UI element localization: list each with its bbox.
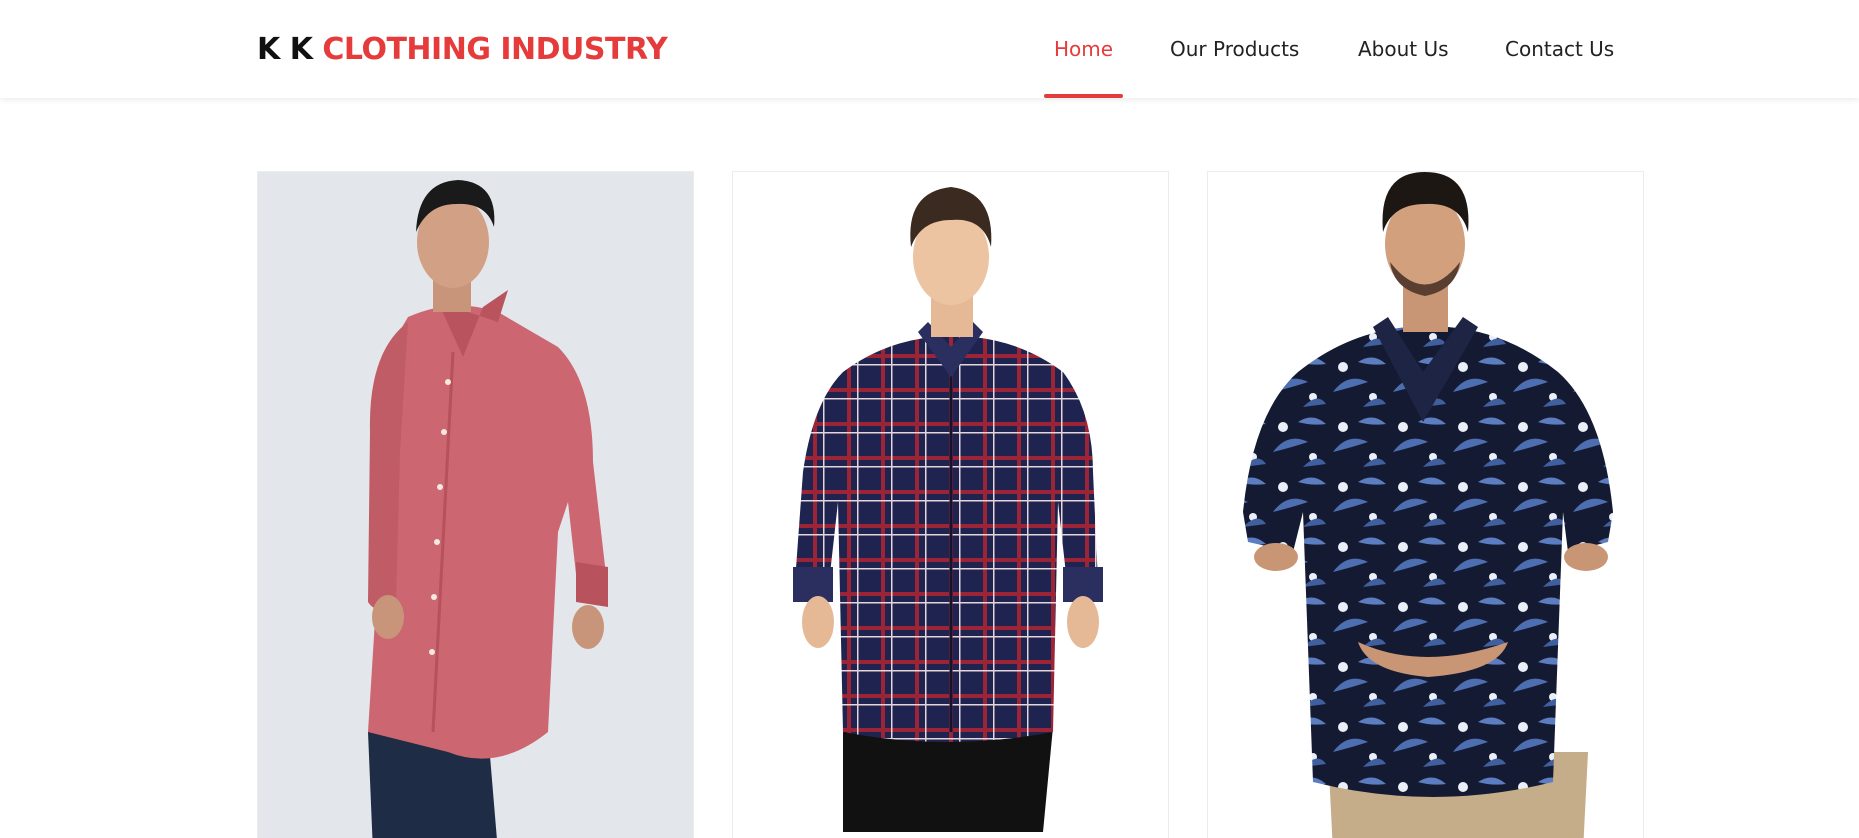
product-image-pink-shirt: [258, 172, 693, 838]
brand-prefix: K K: [257, 32, 313, 67]
product-card[interactable]: [1207, 171, 1644, 838]
product-image-checked-shirt: [733, 172, 1168, 838]
nav-contact-us[interactable]: Contact Us: [1505, 0, 1614, 98]
product-image-floral-shirt: [1208, 172, 1643, 838]
brand-logo[interactable]: K K CLOTHING INDUSTRY: [257, 30, 668, 70]
nav-about-us[interactable]: About Us: [1358, 0, 1449, 98]
brand-name: CLOTHING INDUSTRY: [322, 32, 668, 67]
product-card[interactable]: [732, 171, 1169, 838]
nav-home[interactable]: Home: [1043, 0, 1124, 98]
site-header: K K CLOTHING INDUSTRY Home Our Products …: [0, 0, 1859, 98]
product-card[interactable]: [257, 171, 694, 838]
nav-our-products[interactable]: Our Products: [1170, 0, 1299, 98]
